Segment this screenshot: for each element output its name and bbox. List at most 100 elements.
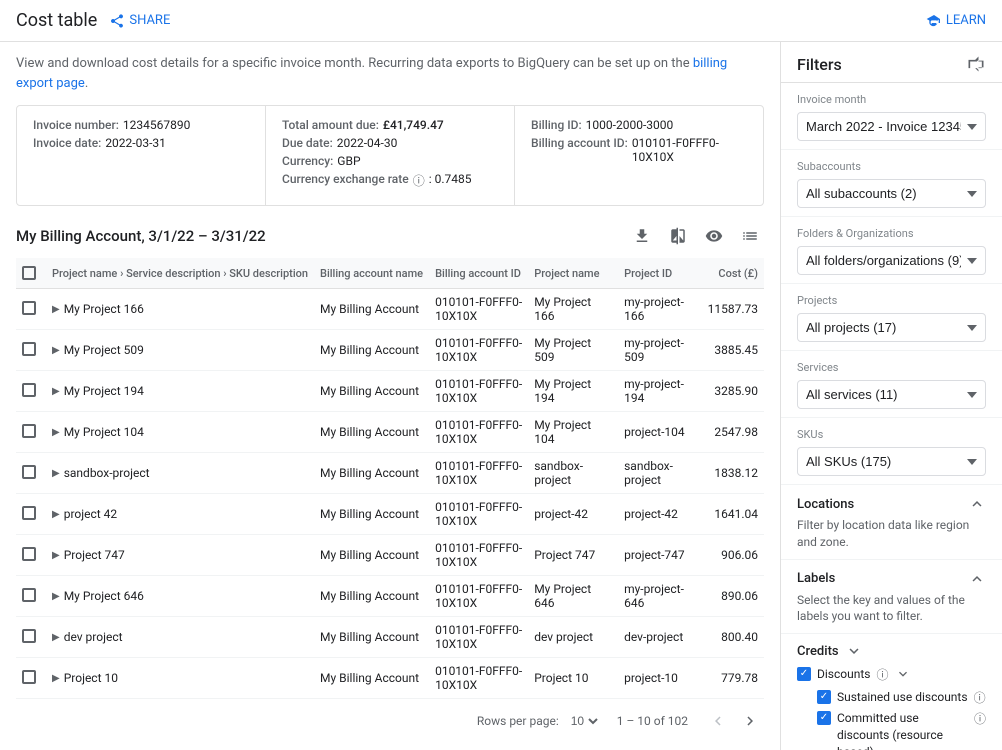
row-checkbox[interactable]: [22, 670, 36, 684]
filter-group-select[interactable]: All subaccounts (2): [797, 179, 986, 208]
filter-group-label: Invoice month: [797, 93, 986, 106]
row-expand[interactable]: ▶: [52, 304, 60, 315]
filter-group-select[interactable]: All projects (17): [797, 313, 986, 342]
credits-chevron[interactable]: [845, 642, 863, 660]
committed-use-checkbox[interactable]: [817, 711, 831, 725]
filters-collapse-button[interactable]: [966, 54, 986, 74]
sustained-use-label: Sustained use discounts: [837, 689, 968, 706]
row-checkbox[interactable]: [22, 342, 36, 356]
row-project-name: My Project 646: [528, 576, 618, 617]
labels-chevron: [968, 570, 986, 588]
select-all-header[interactable]: [16, 258, 46, 289]
next-page-button[interactable]: [736, 707, 764, 735]
locations-filter: Locations Filter by location data like r…: [781, 485, 1002, 560]
rows-per-page-select[interactable]: 10 25 50: [567, 713, 601, 729]
row-billing-id: 010101-F0FFF0-10X10X: [429, 289, 528, 330]
pagination-nav: [704, 707, 764, 735]
share-button[interactable]: SHARE: [109, 13, 170, 29]
table-row: ▶ My Project 509 My Billing Account 0101…: [16, 330, 764, 371]
row-project: dev project: [64, 630, 123, 644]
discounts-checkbox[interactable]: [797, 667, 811, 681]
sustained-use-checkbox[interactable]: [817, 690, 831, 704]
row-expand[interactable]: ▶: [52, 468, 60, 479]
row-expand[interactable]: ▶: [52, 386, 60, 397]
row-checkbox[interactable]: [22, 547, 36, 561]
row-billing-id: 010101-F0FFF0-10X10X: [429, 617, 528, 658]
amount-due-value: £41,749.47: [383, 118, 444, 132]
billing-export-link[interactable]: billing export page: [16, 56, 727, 91]
row-expand[interactable]: ▶: [52, 673, 60, 684]
row-billing-account: My Billing Account: [314, 658, 429, 699]
invoice-info: Invoice number: 1234567890 Invoice date:…: [16, 105, 764, 206]
exchange-rate-help-icon[interactable]: ⓘ: [413, 172, 425, 189]
filter-group-select[interactable]: All SKUs (175): [797, 447, 986, 476]
rows-per-page-label: Rows per page:: [477, 714, 559, 728]
table-row: ▶ My Project 104 My Billing Account 0101…: [16, 412, 764, 453]
row-expand[interactable]: ▶: [52, 550, 60, 561]
filter-group-label: Projects: [797, 294, 986, 307]
filter-group: Subaccounts All subaccounts (2): [781, 150, 1002, 217]
download-icon[interactable]: [628, 222, 656, 250]
labels-header[interactable]: Labels: [797, 570, 986, 588]
row-billing-account: My Billing Account: [314, 453, 429, 494]
row-expand[interactable]: ▶: [52, 509, 60, 520]
row-project: sandbox-project: [64, 466, 150, 480]
prev-page-button[interactable]: [704, 707, 732, 735]
committed-help-icon[interactable]: ⓘ: [974, 710, 986, 727]
table-container: Project name › Service description › SKU…: [16, 258, 764, 699]
labels-desc: Select the key and values of the labels …: [797, 592, 986, 626]
row-expand[interactable]: ▶: [52, 632, 60, 643]
row-billing-id: 010101-F0FFF0-10X10X: [429, 412, 528, 453]
discounts-chevron[interactable]: [895, 666, 911, 682]
table-row: ▶ My Project 646 My Billing Account 0101…: [16, 576, 764, 617]
chart-icon[interactable]: [736, 222, 764, 250]
row-cost: 1641.04: [702, 494, 764, 535]
discounts-help-icon[interactable]: ⓘ: [876, 666, 888, 683]
table-row: ▶ project 42 My Billing Account 010101-F…: [16, 494, 764, 535]
compare-icon[interactable]: [664, 222, 692, 250]
filter-group: SKUs All SKUs (175): [781, 418, 1002, 485]
row-billing-account: My Billing Account: [314, 535, 429, 576]
row-checkbox[interactable]: [22, 424, 36, 438]
row-project-name: My Project 509: [528, 330, 618, 371]
row-checkbox[interactable]: [22, 301, 36, 315]
filter-group-label: Services: [797, 361, 986, 374]
credits-section: Credits Discounts ⓘ Sustained use discou…: [781, 634, 1002, 750]
row-project-name: My Project 166: [528, 289, 618, 330]
col-cost[interactable]: Cost (£): [702, 258, 764, 289]
col-project-id: Project ID: [618, 258, 702, 289]
row-checkbox[interactable]: [22, 383, 36, 397]
filter-group-select[interactable]: All services (11): [797, 380, 986, 409]
table-title: My Billing Account, 3/1/22 – 3/31/22: [16, 227, 266, 245]
row-expand[interactable]: ▶: [52, 591, 60, 602]
select-all-checkbox[interactable]: [22, 266, 36, 280]
billing-account-label: Billing account ID:: [531, 136, 628, 164]
row-billing-account: My Billing Account: [314, 330, 429, 371]
row-checkbox[interactable]: [22, 629, 36, 643]
filter-group-select[interactable]: March 2022 - Invoice 1234567890: [797, 112, 986, 141]
row-expand[interactable]: ▶: [52, 345, 60, 356]
invoice-date-label: Invoice date:: [33, 136, 101, 150]
table-actions: [628, 222, 764, 250]
row-cost: 2547.98: [702, 412, 764, 453]
due-date-value: 2022-04-30: [337, 136, 398, 150]
row-expand[interactable]: ▶: [52, 427, 60, 438]
learn-button[interactable]: LEARN: [926, 13, 986, 29]
row-cost: 1838.12: [702, 453, 764, 494]
invoice-section-right: Billing ID: 1000-2000-3000 Billing accou…: [515, 106, 763, 205]
locations-header[interactable]: Locations: [797, 495, 986, 513]
labels-title: Labels: [797, 571, 835, 586]
row-project-id: project-747: [618, 535, 702, 576]
view-icon[interactable]: [700, 222, 728, 250]
invoice-section-left: Invoice number: 1234567890 Invoice date:…: [17, 106, 266, 205]
discounts-item: Discounts ⓘ: [797, 666, 986, 683]
pagination-row: Rows per page: 10 25 50 1 – 10 of 102: [16, 699, 764, 743]
filter-group-select[interactable]: All folders/organizations (9): [797, 246, 986, 275]
row-project: project 42: [64, 507, 117, 521]
row-checkbox[interactable]: [22, 506, 36, 520]
row-billing-id: 010101-F0FFF0-10X10X: [429, 576, 528, 617]
row-checkbox[interactable]: [22, 588, 36, 602]
filters-panel: Filters Invoice month March 2022 - Invoi…: [780, 42, 1002, 750]
sustained-help-icon[interactable]: ⓘ: [974, 689, 986, 706]
row-checkbox[interactable]: [22, 465, 36, 479]
